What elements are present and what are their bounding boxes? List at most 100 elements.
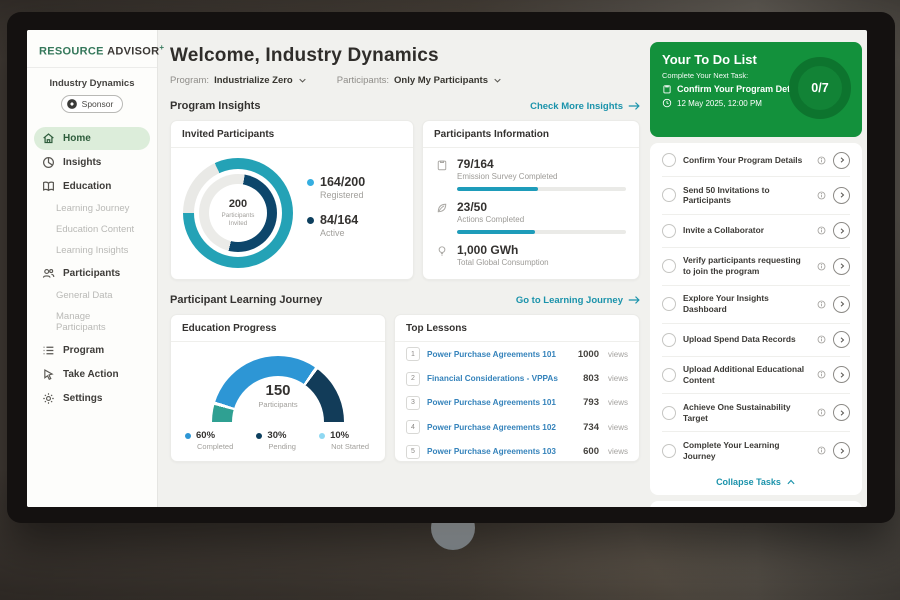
sidebar: RESOURCE ADVISOR+ Industry Dynamics Spon… — [27, 30, 158, 507]
info-icon[interactable] — [817, 191, 826, 200]
invited-participants-card: Invited Participants 200 Participants In… — [170, 120, 414, 280]
task-row-explore-insights[interactable]: Explore Your Insights Dashboard — [662, 286, 850, 324]
sidebar-item-education[interactable]: Education — [34, 175, 150, 198]
lesson-rank: 4 — [406, 420, 420, 434]
todo-header-card: Your To Do List Complete Your Next Task:… — [650, 42, 862, 137]
task-checkbox[interactable] — [662, 224, 676, 238]
task-row-upload-spend-data[interactable]: Upload Spend Data Records — [662, 324, 850, 357]
sidebar-item-learning-journey[interactable]: Learning Journey — [34, 199, 150, 219]
program-filter-dropdown[interactable]: Program: Industrialize Zero — [170, 75, 307, 86]
info-icon[interactable] — [817, 300, 826, 309]
info-icon[interactable] — [817, 370, 826, 379]
lesson-row[interactable]: 5 Power Purchase Agreements 103 600 view… — [395, 440, 639, 464]
lesson-row[interactable]: 2 Financial Considerations - VPPAs 803 v… — [395, 366, 639, 390]
lesson-link[interactable]: Power Purchase Agreements 101 — [427, 350, 571, 359]
sidebar-item-general-data[interactable]: General Data — [34, 286, 150, 306]
app-logo: RESOURCE ADVISOR+ — [27, 30, 157, 68]
lesson-row[interactable]: 1 Power Purchase Agreements 101 1000 vie… — [395, 342, 639, 366]
sidebar-item-learning-insights[interactable]: Learning Insights — [34, 241, 150, 261]
participants-information-title: Participants Information — [423, 121, 639, 148]
lesson-row[interactable]: 4 Power Purchase Agreements 102 734 view… — [395, 415, 639, 439]
sidebar-item-label: Program — [63, 345, 104, 356]
book-icon — [42, 180, 55, 193]
task-row-invite-collaborator[interactable]: Invite a Collaborator — [662, 215, 850, 248]
task-row-achieve-target[interactable]: Achieve One Sustainability Target — [662, 394, 850, 432]
task-checkbox[interactable] — [662, 444, 676, 458]
legend-active: 84/164 Active — [307, 213, 365, 238]
todo-next-task-label: Confirm Your Program Details — [677, 84, 805, 94]
sidebar-item-participants[interactable]: Participants — [34, 262, 150, 285]
lesson-row[interactable]: 3 Power Purchase Agreements 101 793 view… — [395, 391, 639, 415]
task-row-complete-learning-journey[interactable]: Complete Your Learning Journey — [662, 432, 850, 469]
task-checkbox[interactable] — [662, 259, 676, 273]
lesson-views-suffix: views — [608, 374, 628, 383]
metric-emission-survey: 79/164 Emission Survey Completed — [423, 148, 639, 191]
sidebar-item-label: Settings — [63, 393, 102, 404]
invited-participants-donut-chart: 200 Participants Invited — [183, 158, 293, 268]
task-checkbox[interactable] — [662, 153, 676, 167]
sidebar-item-home[interactable]: Home — [34, 127, 150, 150]
info-icon[interactable] — [817, 226, 826, 235]
info-icon[interactable] — [817, 335, 826, 344]
task-row-send-invitations[interactable]: Send 50 Invitations to Participants — [662, 177, 850, 215]
task-open-button[interactable] — [833, 442, 850, 459]
gauge-value: 150 — [212, 382, 344, 399]
task-open-button[interactable] — [833, 331, 850, 348]
task-checkbox[interactable] — [662, 333, 676, 347]
recent-news-card: Recent News — [650, 501, 862, 507]
task-open-button[interactable] — [833, 187, 850, 204]
task-open-button[interactable] — [833, 152, 850, 169]
task-open-button[interactable] — [833, 366, 850, 383]
task-label: Explore Your Insights Dashboard — [683, 293, 810, 315]
task-label: Confirm Your Program Details — [683, 155, 810, 166]
sidebar-item-settings[interactable]: Settings — [34, 387, 150, 410]
task-open-button[interactable] — [833, 258, 850, 275]
info-icon[interactable] — [817, 262, 826, 271]
collapse-tasks-link[interactable]: Collapse Tasks — [662, 469, 850, 490]
sidebar-item-program[interactable]: Program — [34, 339, 150, 362]
task-row-confirm-program[interactable]: Confirm Your Program Details — [662, 144, 850, 177]
lesson-rank: 2 — [406, 372, 420, 386]
sidebar-item-manage-participants[interactable]: Manage Participants — [34, 307, 150, 338]
gear-icon — [42, 392, 55, 405]
sidebar-item-take-action[interactable]: Take Action — [34, 363, 150, 386]
emission-survey-label: Emission Survey Completed — [457, 172, 626, 181]
participants-icon — [42, 267, 55, 280]
task-open-button[interactable] — [833, 404, 850, 421]
task-label: Verify participants requesting to join t… — [683, 255, 810, 277]
sidebar-item-education-content[interactable]: Education Content — [34, 220, 150, 240]
task-checkbox[interactable] — [662, 297, 676, 311]
gauge-label: Participants — [212, 400, 344, 409]
lesson-views: 1000 — [578, 349, 599, 360]
cursor-action-icon — [42, 368, 55, 381]
task-open-button[interactable] — [833, 296, 850, 313]
sponsor-badge-label: Sponsor — [82, 99, 114, 109]
lesson-link[interactable]: Financial Considerations - VPPAs — [427, 374, 576, 383]
sidebar-item-insights[interactable]: Insights — [34, 151, 150, 174]
task-checkbox[interactable] — [662, 406, 676, 420]
check-more-insights-link[interactable]: Check More Insights — [530, 101, 640, 112]
dashboard-screen: RESOURCE ADVISOR+ Industry Dynamics Spon… — [27, 30, 867, 507]
sponsor-icon — [66, 98, 78, 110]
task-checkbox[interactable] — [662, 188, 676, 202]
lesson-link[interactable]: Power Purchase Agreements 101 — [427, 398, 576, 407]
info-icon[interactable] — [817, 156, 826, 165]
task-label: Invite a Collaborator — [683, 225, 810, 236]
survey-clipboard-icon — [436, 159, 448, 191]
sponsor-badge[interactable]: Sponsor — [61, 95, 124, 113]
task-checkbox[interactable] — [662, 368, 676, 382]
participants-filter-dropdown[interactable]: Participants: Only My Participants — [337, 75, 502, 86]
registered-label: Registered — [320, 190, 365, 200]
task-row-upload-educational-content[interactable]: Upload Additional Educational Content — [662, 357, 850, 395]
logo-primary: RESOURCE — [39, 46, 104, 58]
go-to-learning-journey-link[interactable]: Go to Learning Journey — [516, 295, 640, 306]
task-row-verify-participants[interactable]: Verify participants requesting to join t… — [662, 248, 850, 286]
lesson-link[interactable]: Power Purchase Agreements 102 — [427, 423, 576, 432]
info-icon[interactable] — [817, 408, 826, 417]
info-icon[interactable] — [817, 446, 826, 455]
todo-progress-ring: 0/7 — [789, 57, 851, 119]
task-open-button[interactable] — [833, 222, 850, 239]
task-label: Complete Your Learning Journey — [683, 440, 810, 462]
lesson-link[interactable]: Power Purchase Agreements 103 — [427, 447, 576, 456]
insights-icon — [42, 156, 55, 169]
